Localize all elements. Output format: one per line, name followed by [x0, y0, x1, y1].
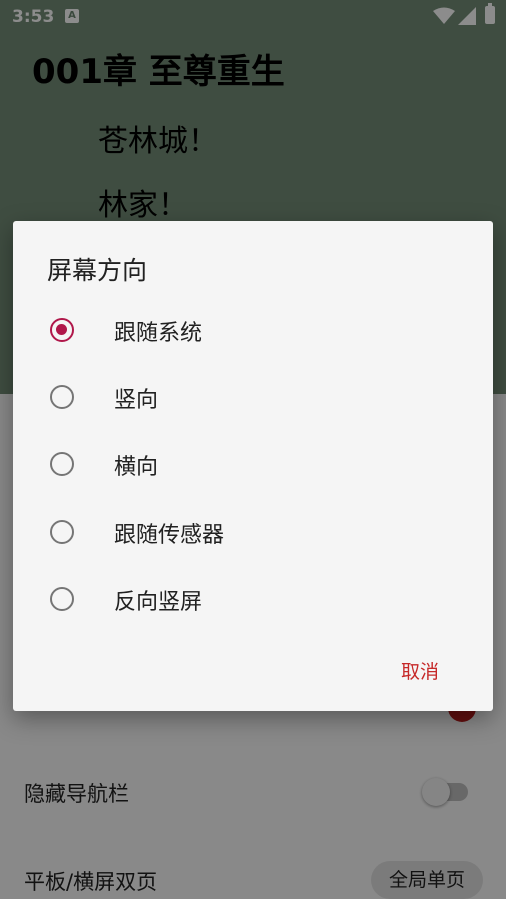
option-label: 竖向	[114, 388, 159, 413]
option-label: 跟随传感器	[114, 523, 225, 548]
cancel-button[interactable]: 取消	[401, 657, 439, 684]
option-label: 反向竖屏	[114, 590, 203, 615]
option-follow-system[interactable]: 跟随系统	[13, 301, 493, 361]
dialog-title: 屏幕方向	[47, 256, 148, 285]
option-reverse-portrait[interactable]: 反向竖屏	[13, 570, 493, 630]
option-landscape[interactable]: 横向	[13, 435, 493, 495]
option-label: 横向	[114, 455, 159, 480]
radio-unchecked-icon[interactable]	[50, 587, 74, 611]
option-label: 跟随系统	[114, 321, 203, 346]
screen-orientation-dialog: 屏幕方向 跟随系统 竖向 横向 跟随传感器 反向竖屏 取消	[13, 221, 493, 711]
option-follow-sensor[interactable]: 跟随传感器	[13, 503, 493, 563]
option-portrait[interactable]: 竖向	[13, 368, 493, 428]
radio-unchecked-icon[interactable]	[50, 520, 74, 544]
radio-unchecked-icon[interactable]	[50, 452, 74, 476]
radio-unchecked-icon[interactable]	[50, 385, 74, 409]
radio-checked-icon[interactable]	[50, 318, 74, 342]
